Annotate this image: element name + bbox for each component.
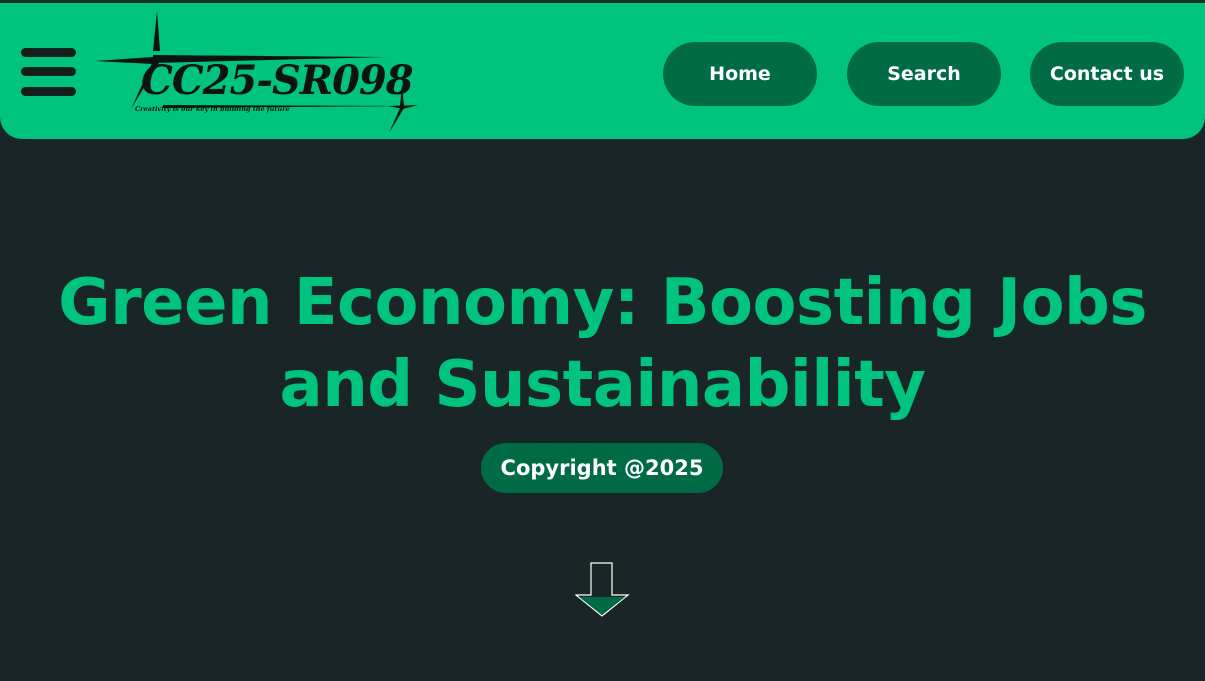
home-button[interactable]: Home bbox=[663, 42, 817, 106]
copyright-badge: Copyright @2025 bbox=[481, 443, 723, 493]
hamburger-menu-icon[interactable] bbox=[21, 48, 76, 96]
top-navigation-bar: CC25-SR098 Creativity is our key in buil… bbox=[0, 0, 1205, 139]
page-title-line-2: and Sustainability bbox=[279, 348, 927, 422]
arrow-down-icon[interactable] bbox=[574, 562, 631, 618]
page-title: Green Economy: Boosting Jobs and Sustain… bbox=[0, 262, 1205, 426]
logo[interactable]: CC25-SR098 Creativity is our key in buil… bbox=[93, 9, 423, 137]
contact-us-button[interactable]: Contact us bbox=[1030, 42, 1184, 106]
logo-text: CC25-SR098 bbox=[141, 57, 414, 104]
page: CC25-SR098 Creativity is our key in buil… bbox=[0, 0, 1205, 681]
logo-tagline: Creativity is our key in building the fu… bbox=[135, 105, 290, 113]
page-title-line-1: Green Economy: Boosting Jobs bbox=[58, 266, 1147, 340]
search-button[interactable]: Search bbox=[847, 42, 1001, 106]
